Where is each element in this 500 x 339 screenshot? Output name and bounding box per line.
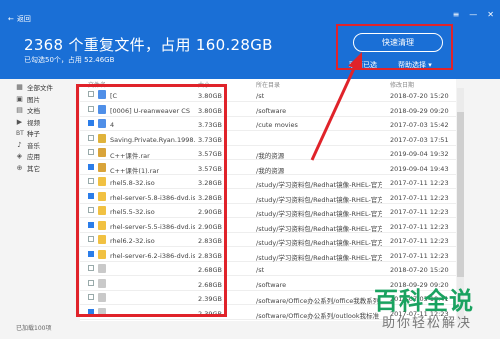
sidebar-item-label: 其它	[27, 165, 40, 173]
file-date: 2019-09-04 19:32	[390, 150, 449, 158]
cancel-selection-link[interactable]: 取消已选	[349, 60, 377, 70]
sidebar-item-label: 音乐	[27, 142, 40, 150]
sidebar-item-videos[interactable]: ▶ 视频	[16, 117, 40, 127]
sidebar: ▦ 全部文件 ▣ 图片 ▤ 文档 ▶ 视频 BT 种子 ♪ 音乐 ◈ 应用 ⊕	[12, 79, 72, 324]
file-path: /我的资源	[256, 166, 285, 175]
quick-clean-button[interactable]: 快速清理	[353, 33, 443, 52]
sidebar-item-label: 应用	[27, 153, 40, 161]
sidebar-item-all[interactable]: ▦ 全部文件	[16, 82, 53, 92]
file-date: 2017-07-11 12:23	[390, 208, 449, 216]
sidebar-item-label: 文档	[27, 107, 40, 115]
file-path: /cute movies	[256, 121, 298, 129]
sidebar-item-label: 全部文件	[27, 84, 53, 92]
file-date: 2017-07-11 12:23	[390, 179, 449, 187]
file-date: 2018-09-29 09:20	[390, 106, 449, 115]
app-window: ← 返回 ≡ — ✕ 2368 个重复文件，占用 160.28GB 已勾选50个…	[0, 0, 500, 339]
sidebar-item-images[interactable]: ▣ 图片	[16, 94, 40, 104]
sidebar-item-apps[interactable]: ◈ 应用	[16, 151, 40, 161]
music-icon: ♪	[17, 140, 22, 149]
selected-summary: 已勾选50个，占用 52.46GB	[24, 56, 115, 64]
watermark-logo: 百科全说	[374, 287, 474, 315]
app-icon: ◈	[16, 151, 23, 160]
sidebar-item-music[interactable]: ♪ 音乐	[16, 140, 40, 150]
bt-icon: BT	[16, 129, 24, 137]
file-date: 2017-07-03 17:51	[390, 135, 449, 144]
back-label: 返回	[16, 15, 31, 23]
window-controls: ≡ — ✕	[453, 10, 494, 19]
file-path: /software	[256, 280, 287, 289]
file-path: /st	[256, 266, 265, 274]
file-date: 2019-09-04 19:43	[390, 164, 449, 173]
duplicate-summary: 2368 个重复文件，占用 160.28GB	[24, 36, 273, 54]
sidebar-item-torrents[interactable]: BT 种子	[16, 128, 40, 139]
scrollbar-thumb[interactable]	[457, 112, 464, 277]
watermark: 百科全说 助你轻松解决	[368, 280, 488, 336]
file-date: 2018-07-20 15:20	[390, 266, 449, 274]
file-path: /study/学习资料包/Redhat镜像-RHEL-官方镜	[256, 181, 382, 189]
close-icon[interactable]: ✕	[487, 10, 494, 19]
sidebar-item-other[interactable]: ⊕ 其它	[16, 163, 40, 173]
grid-icon: ▦	[16, 82, 23, 91]
watermark-tagline: 助你轻松解决	[382, 316, 473, 331]
file-path: /study/学习资料包/Redhat镜像-RHEL-官方镜	[256, 253, 382, 262]
file-path: /st	[256, 92, 265, 100]
file-path: /study/学习资料包/Redhat镜像-RHEL-官方镜	[256, 210, 382, 218]
other-icon: ⊕	[16, 163, 23, 172]
file-path: /study/学习资料包/Redhat镜像-RHEL-官方镜	[256, 239, 382, 247]
back-arrow-icon: ←	[8, 15, 14, 23]
video-icon: ▶	[16, 117, 23, 126]
sidebar-item-label: 图片	[27, 96, 40, 104]
file-date: 2017-07-11 12:23	[390, 222, 449, 231]
image-icon: ▣	[16, 94, 23, 103]
help-select-dropdown[interactable]: 帮助选择 ▾	[398, 60, 432, 70]
file-date: 2017-07-11 12:23	[390, 193, 449, 202]
document-icon: ▤	[16, 105, 23, 114]
file-path: /software/Office办公系列/outlook我标准	[256, 311, 380, 320]
sidebar-item-label: 种子	[27, 130, 40, 138]
file-date: 2017-07-11 12:23	[390, 237, 449, 245]
file-path: /study/学习资料包/Redhat镜像-RHEL-官方镜	[256, 224, 382, 233]
highlight-box-files	[76, 84, 227, 317]
file-path: /software/Office办公系列/office我教系列	[256, 297, 380, 305]
status-text: 已加载100项	[16, 325, 52, 332]
file-date: 2017-07-03 15:42	[390, 121, 449, 129]
file-path: /software	[256, 106, 287, 115]
back-button[interactable]: ← 返回	[8, 14, 31, 24]
file-date: 2017-07-11 12:23	[390, 251, 449, 260]
file-path: /study/学习资料包/Redhat镜像-RHEL-官方镜	[256, 195, 382, 204]
sidebar-item-label: 视频	[27, 119, 40, 127]
menu-icon[interactable]: ≡	[453, 10, 460, 19]
minimize-icon[interactable]: —	[469, 10, 477, 19]
file-path: /我的资源	[256, 152, 285, 160]
sidebar-item-documents[interactable]: ▤ 文档	[16, 105, 40, 115]
file-date: 2018-07-20 15:20	[390, 92, 449, 100]
